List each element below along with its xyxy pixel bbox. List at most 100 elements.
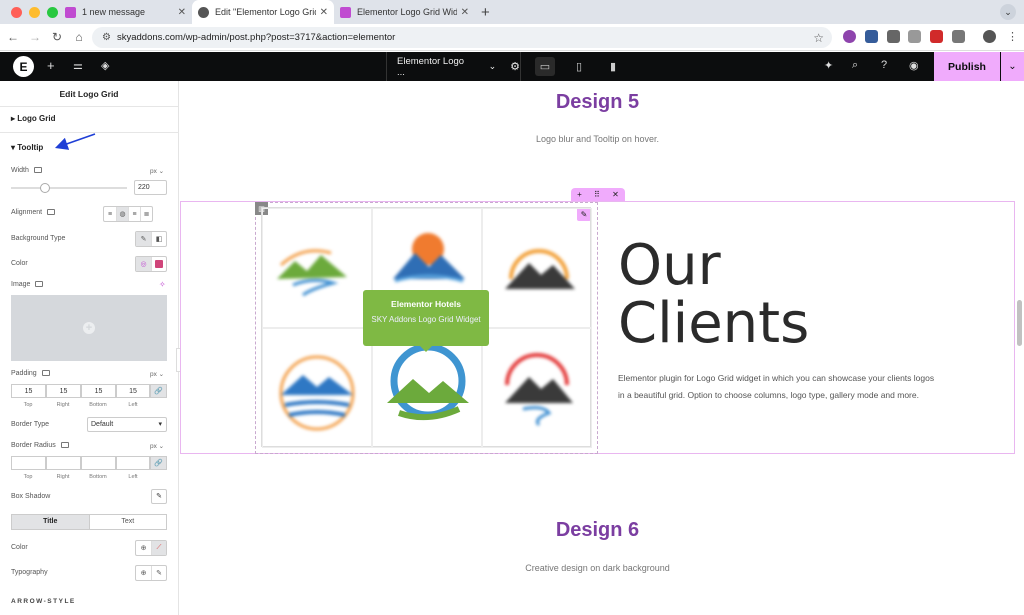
extension-icon[interactable]: [865, 30, 878, 43]
window-controls[interactable]: [11, 6, 59, 18]
link-values-icon[interactable]: 🔗: [150, 384, 167, 398]
document-title[interactable]: Elementor Logo ... ⌄ ⚙: [386, 52, 521, 81]
color-swatch[interactable]: [151, 257, 166, 271]
close-tab-icon[interactable]: ✕: [461, 7, 469, 18]
border-type-select[interactable]: Default ▾: [87, 417, 167, 432]
close-tab-icon[interactable]: ✕: [320, 7, 328, 18]
page-settings-gear-icon[interactable]: ⚙: [510, 60, 520, 73]
minimize-window-button[interactable]: [29, 6, 40, 18]
typography-control[interactable]: ⊕ ✎: [135, 565, 167, 581]
browser-tab-widget[interactable]: Elementor Logo Grid Widget ✕: [334, 0, 475, 24]
responsive-desktop-icon[interactable]: [33, 167, 42, 174]
publish-button[interactable]: Publish: [934, 52, 1000, 81]
logo-cell[interactable]: [482, 328, 592, 448]
align-justify-icon[interactable]: ≣: [140, 207, 152, 221]
browser-menu-icon[interactable]: ⋮: [1007, 30, 1018, 43]
responsive-desktop-icon[interactable]: [41, 370, 50, 377]
home-icon[interactable]: ⌂: [68, 30, 90, 44]
responsive-desktop-icon[interactable]: [35, 281, 44, 288]
side-label-top: Top: [23, 402, 33, 408]
classic-brush-icon[interactable]: ✎: [136, 232, 151, 246]
preview-eye-icon[interactable]: ◉: [909, 59, 919, 72]
puzzle-icon[interactable]: [952, 30, 965, 43]
background-type-control[interactable]: ✎ ◧: [135, 231, 167, 247]
drag-section-icon[interactable]: ⠿: [594, 190, 600, 199]
radius-top-input[interactable]: [11, 456, 46, 470]
reload-icon[interactable]: ↻: [46, 30, 68, 44]
extension-icon[interactable]: [930, 30, 943, 43]
border-radius-unit[interactable]: px ⌄: [150, 442, 164, 450]
padding-unit[interactable]: px ⌄: [150, 370, 164, 378]
alignment-control[interactable]: ≡ ◍ ≡ ≣: [103, 206, 153, 222]
responsive-desktop-icon[interactable]: [60, 442, 69, 449]
align-center-icon[interactable]: ◍: [116, 207, 128, 221]
add-element-icon[interactable]: +: [47, 58, 55, 73]
align-right-icon[interactable]: ≡: [128, 207, 140, 221]
responsive-desktop-icon[interactable]: [47, 209, 56, 216]
extension-icon[interactable]: [887, 30, 900, 43]
logo-cell[interactable]: [262, 208, 372, 328]
publish-options-chevron-icon[interactable]: ⌄: [1001, 52, 1024, 81]
padding-top-input[interactable]: 15: [11, 384, 46, 398]
url-bar[interactable]: ⚙ skyaddons.com/wp-admin/post.php?post=3…: [92, 27, 832, 48]
tab-favicon-icon: [340, 6, 351, 18]
forward-icon[interactable]: →: [24, 30, 46, 44]
extension-icon[interactable]: [908, 30, 921, 43]
maximize-window-button[interactable]: [47, 6, 58, 18]
tab-search-icon[interactable]: ⌄: [1000, 4, 1016, 20]
elementor-logo-icon[interactable]: E: [13, 56, 34, 77]
back-icon[interactable]: ←: [2, 30, 24, 44]
edit-box-shadow-icon[interactable]: ✎: [151, 489, 167, 504]
new-tab-button[interactable]: +: [481, 4, 490, 21]
profile-avatar[interactable]: [983, 30, 996, 43]
global-colors-icon[interactable]: ◎: [136, 257, 151, 271]
no-color-swatch[interactable]: ⟋: [151, 541, 166, 555]
section-handle[interactable]: + ⠿ ✕: [571, 188, 625, 201]
width-unit[interactable]: px ⌄: [150, 167, 164, 175]
color-control[interactable]: ◎: [135, 256, 167, 272]
width-slider-track[interactable]: [11, 187, 127, 189]
logo-cell[interactable]: [262, 328, 372, 448]
mobile-view-icon[interactable]: ▮: [603, 57, 623, 76]
bookmark-star-icon[interactable]: ☆: [813, 31, 824, 45]
extension-icon[interactable]: [843, 30, 856, 43]
edit-typography-icon[interactable]: ✎: [151, 566, 166, 580]
site-settings-icon[interactable]: ⚌: [73, 59, 83, 72]
logo-grid-section[interactable]: ▸ Logo Grid: [11, 114, 55, 123]
close-tab-icon[interactable]: ✕: [178, 7, 186, 18]
link-values-icon[interactable]: 🔗: [150, 456, 167, 470]
title-color-control[interactable]: ⊕ ⟋: [135, 540, 167, 556]
tab-title[interactable]: Title: [12, 515, 89, 529]
add-section-icon[interactable]: +: [577, 190, 582, 199]
tooltip-section[interactable]: ▾ Tooltip: [11, 143, 43, 152]
radius-left-input[interactable]: [116, 456, 150, 470]
browser-tab-messages[interactable]: 1 new message ✕: [59, 0, 192, 24]
width-input[interactable]: 220: [134, 180, 167, 195]
padding-label: Padding: [11, 370, 50, 377]
align-left-icon[interactable]: ≡: [104, 207, 116, 221]
desktop-view-icon[interactable]: ▭: [535, 57, 555, 76]
logo-cell[interactable]: [482, 208, 592, 328]
search-icon[interactable]: ⌕: [852, 59, 858, 72]
padding-right-input[interactable]: 15: [46, 384, 81, 398]
tablet-view-icon[interactable]: ▯: [569, 57, 589, 76]
global-colors-icon[interactable]: ⊕: [136, 541, 151, 555]
help-icon[interactable]: ?: [881, 59, 887, 71]
image-picker[interactable]: +: [11, 295, 167, 361]
structure-icon[interactable]: ◈: [101, 59, 109, 72]
delete-section-icon[interactable]: ✕: [612, 190, 619, 199]
browser-tab-edit[interactable]: Edit "Elementor Logo Grid W ✕: [192, 0, 334, 24]
page-scrollbar[interactable]: [1017, 300, 1022, 346]
global-typography-icon[interactable]: ⊕: [136, 566, 151, 580]
tab-text[interactable]: Text: [88, 515, 167, 529]
padding-bottom-input[interactable]: 15: [81, 384, 116, 398]
gradient-icon[interactable]: ◧: [151, 232, 166, 246]
padding-left-input[interactable]: 15: [116, 384, 150, 398]
radius-right-input[interactable]: [46, 456, 81, 470]
radius-bottom-input[interactable]: [81, 456, 116, 470]
ai-sparkle-icon[interactable]: ✧: [159, 280, 166, 289]
close-window-button[interactable]: [11, 6, 22, 18]
site-info-icon[interactable]: ⚙: [102, 32, 111, 43]
notifications-rocket-icon[interactable]: ✦: [824, 59, 833, 72]
width-slider-handle[interactable]: [39, 183, 50, 193]
